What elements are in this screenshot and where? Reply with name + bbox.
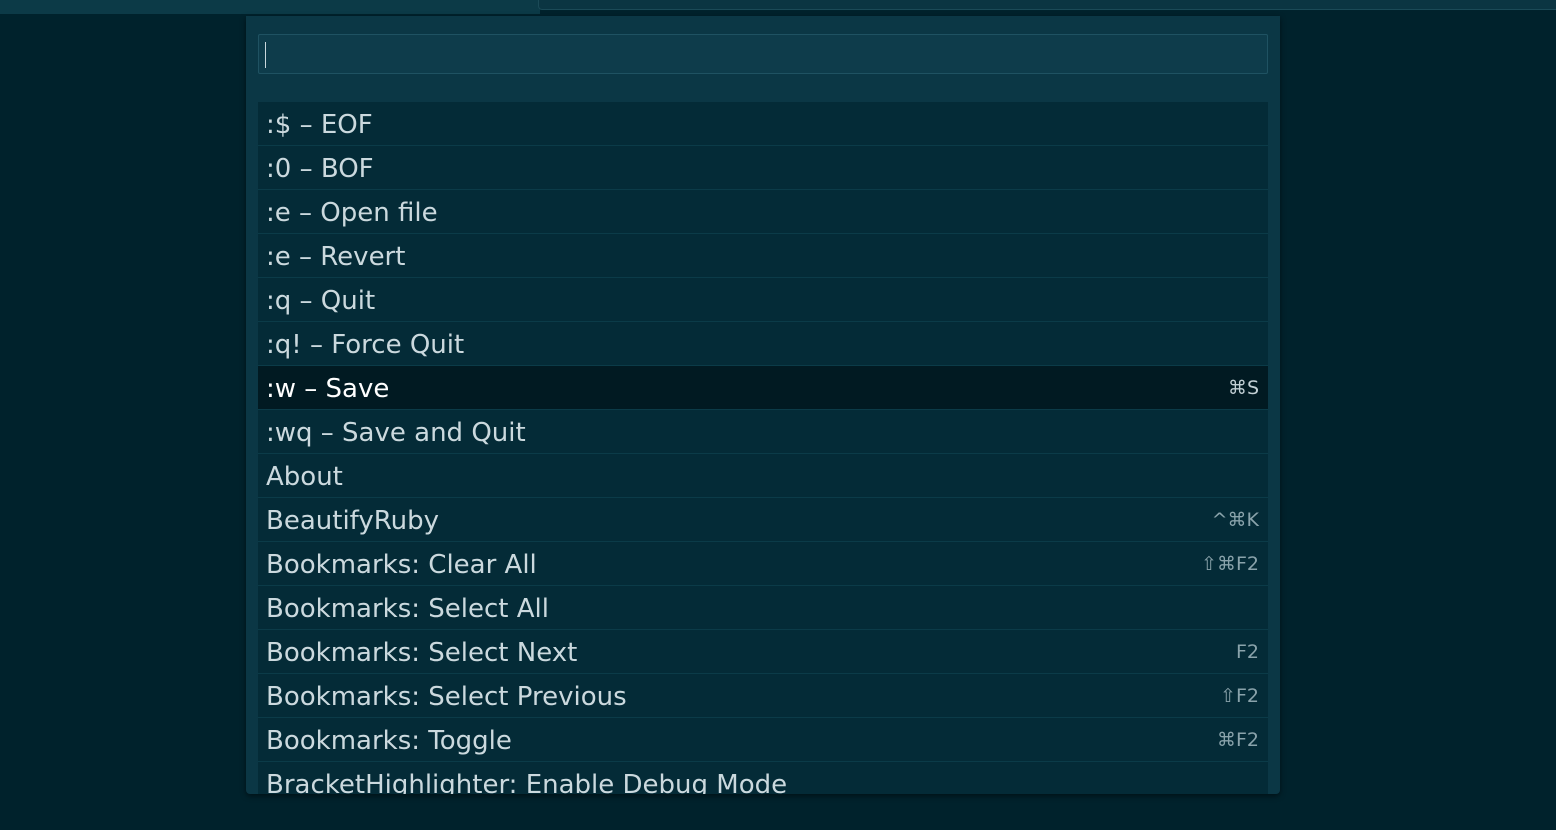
command-item[interactable]: :e – Revert — [258, 234, 1268, 278]
command-label: Bookmarks: Select Next — [266, 637, 578, 668]
command-item[interactable]: :wq – Save and Quit — [258, 410, 1268, 454]
command-label: Bookmarks: Clear All — [266, 549, 537, 580]
shortcut-hint: ^⌘K — [1211, 508, 1259, 531]
command-item[interactable]: Bookmarks: Select Next F2 — [258, 630, 1268, 674]
command-label: :w – Save — [266, 373, 390, 404]
shortcut-hint: ⌘F2 — [1216, 728, 1259, 751]
text-caret — [265, 42, 266, 68]
command-item[interactable]: :e – Open file — [258, 190, 1268, 234]
command-label: :q – Quit — [266, 285, 376, 316]
command-item[interactable]: Bookmarks: Toggle ⌘F2 — [258, 718, 1268, 762]
command-item[interactable]: BracketHighlighter: Enable Debug Mode — [258, 762, 1268, 794]
command-search-input[interactable] — [258, 34, 1268, 74]
command-item[interactable]: Bookmarks: Clear All ⇧⌘F2 — [258, 542, 1268, 586]
command-label: Bookmarks: Toggle — [266, 725, 512, 756]
editor-tab-bar — [0, 0, 540, 14]
command-item[interactable]: BeautifyRuby ^⌘K — [258, 498, 1268, 542]
command-item[interactable]: :$ – EOF — [258, 102, 1268, 146]
shortcut-hint: F2 — [1235, 640, 1259, 663]
shortcut-hint: ⌘S — [1227, 376, 1259, 399]
command-label: :e – Open file — [266, 197, 438, 228]
command-palette: :$ – EOF :0 – BOF :e – Open file :e – Rever… — [246, 16, 1280, 794]
command-item[interactable]: :0 – BOF — [258, 146, 1268, 190]
command-item[interactable]: About — [258, 454, 1268, 498]
command-label: About — [266, 461, 343, 492]
command-label: BracketHighlighter: Enable Debug Mode — [266, 769, 788, 795]
command-label: :e – Revert — [266, 241, 406, 272]
command-item[interactable]: Bookmarks: Select Previous ⇧F2 — [258, 674, 1268, 718]
command-label: :q! – Force Quit — [266, 329, 465, 360]
shortcut-hint: ⇧⌘F2 — [1201, 552, 1259, 575]
command-label: Bookmarks: Select All — [266, 593, 549, 624]
command-item[interactable]: :q – Quit — [258, 278, 1268, 322]
editor-header-strip — [538, 0, 1556, 10]
command-item[interactable]: Bookmarks: Select All — [258, 586, 1268, 630]
command-label: :$ – EOF — [266, 109, 373, 140]
command-label: BeautifyRuby — [266, 505, 440, 536]
command-label: Bookmarks: Select Previous — [266, 681, 627, 712]
command-item[interactable]: :q! – Force Quit — [258, 322, 1268, 366]
command-item-selected[interactable]: :w – Save ⌘S — [258, 366, 1268, 410]
command-list[interactable]: :$ – EOF :0 – BOF :e – Open file :e – Rever… — [258, 102, 1268, 794]
command-label: :0 – BOF — [266, 153, 374, 184]
command-label: :wq – Save and Quit — [266, 417, 526, 448]
shortcut-hint: ⇧F2 — [1220, 684, 1259, 707]
